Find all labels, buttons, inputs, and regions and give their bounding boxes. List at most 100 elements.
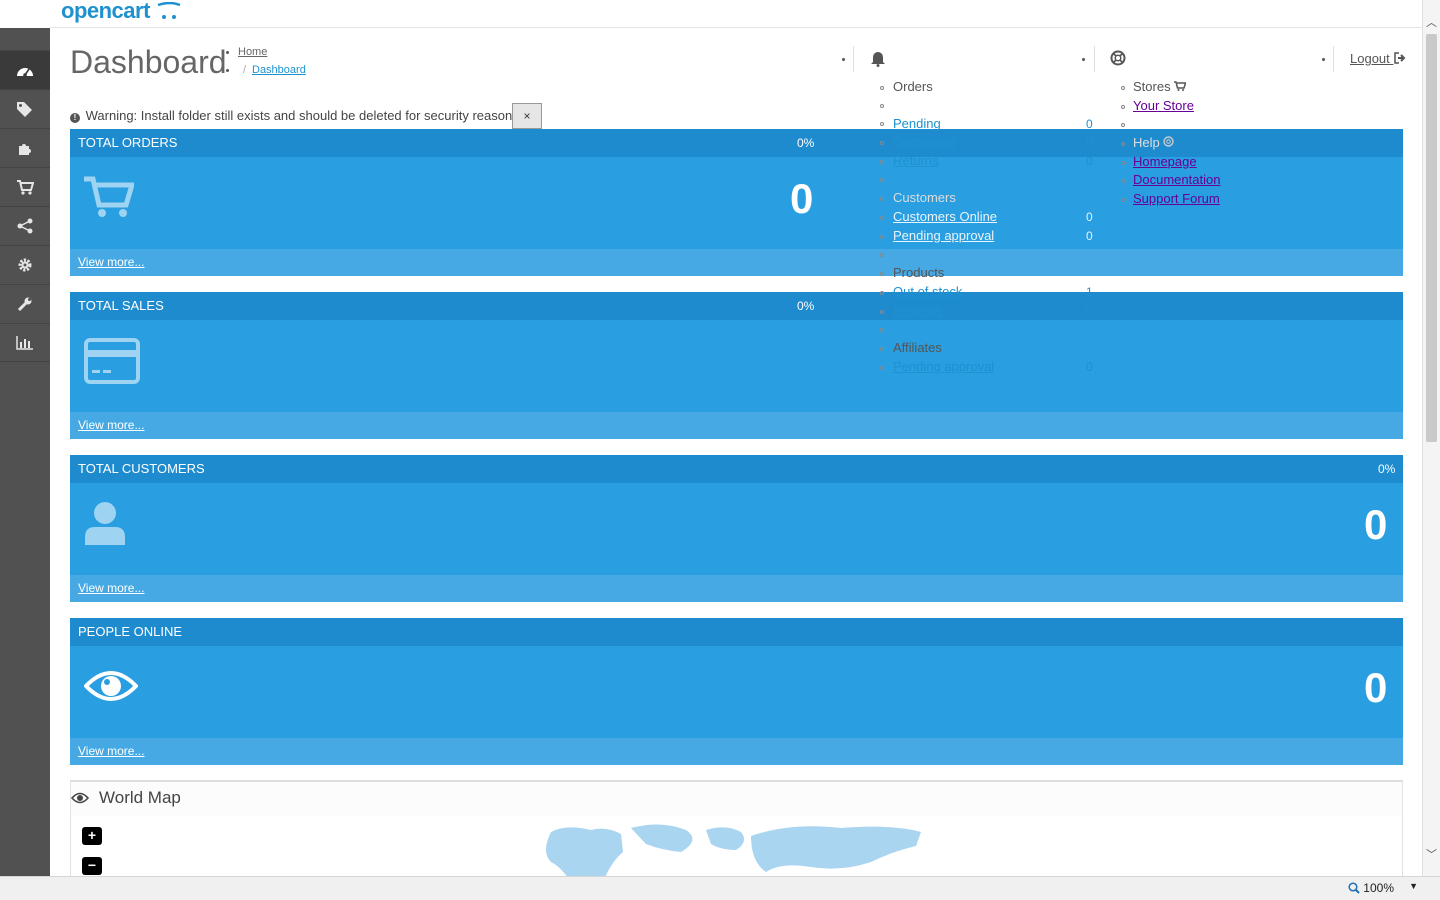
warning-close-button[interactable]: × — [512, 103, 542, 129]
notif-customers-online[interactable]: Customers Online — [893, 209, 997, 224]
tile-title: TOTAL SALES — [78, 298, 164, 313]
install-warning: ! Warning: Install folder still exists a… — [70, 108, 522, 123]
notif-affiliates-pending-approval[interactable]: Pending approval — [893, 359, 994, 374]
sidebar-item-system[interactable] — [0, 245, 50, 284]
share-icon — [17, 218, 33, 234]
notif-count: 0 — [1086, 154, 1093, 168]
browser-statusbar: 100% ▼ — [0, 876, 1440, 900]
life-ring-icon[interactable] — [1110, 50, 1126, 66]
scroll-up-icon[interactable]: ︿ — [1426, 14, 1437, 30]
wrench-icon — [17, 297, 32, 312]
help-homepage-link[interactable]: Homepage — [1133, 154, 1197, 169]
cart-icon — [84, 176, 134, 217]
help-label: Help — [1133, 135, 1160, 150]
gear-icon — [18, 258, 32, 272]
logout-link[interactable]: Logout — [1350, 51, 1407, 66]
tile-total-customers: TOTAL CUSTOMERS 0% 0 View more... — [70, 455, 1403, 602]
notif-orders-completed[interactable]: Completed — [893, 134, 956, 149]
sidebar-item-catalog[interactable] — [0, 89, 50, 128]
cart-icon — [16, 179, 34, 195]
notif-group-customers: Customers — [893, 190, 956, 205]
dashboard-icon — [17, 68, 33, 77]
notif-group-affiliates: Affiliates — [893, 340, 942, 355]
sign-out-icon — [1394, 52, 1406, 64]
notif-products-out-of-stock[interactable]: Out of stock — [893, 284, 962, 299]
tile-head: TOTAL CUSTOMERS 0% — [70, 455, 1403, 483]
world-map-heading: World Map — [71, 782, 1402, 816]
notif-group-products: Products — [893, 265, 945, 280]
sidebar-item-marketing[interactable] — [0, 206, 50, 245]
notif-count: 1 — [1086, 285, 1093, 299]
view-more-link[interactable]: View more... — [78, 744, 144, 758]
stores-heading: Stores — [1133, 79, 1187, 94]
eye-icon — [84, 671, 138, 701]
scrollbar-thumb[interactable] — [1426, 34, 1437, 442]
exclamation-icon: ! — [70, 113, 80, 123]
warning-text: Warning: Install folder still exists and… — [85, 108, 523, 123]
opencart-logo[interactable]: opencart — [61, 0, 182, 22]
notif-products-reviews[interactable]: Reviews — [893, 303, 942, 318]
notif-customers-pending-approval[interactable]: Pending approval — [893, 228, 994, 243]
sidebar-item-reports[interactable] — [0, 323, 50, 362]
breadcrumb-home[interactable]: Home — [238, 46, 267, 58]
notif-count: 0 — [1086, 360, 1093, 374]
zoom-level[interactable]: 100% — [1348, 881, 1394, 895]
sidebar-item-tools[interactable] — [0, 284, 50, 323]
tile-head: TOTAL ORDERS 0% — [70, 129, 1403, 157]
view-more-link[interactable]: View more... — [78, 581, 144, 595]
tags-icon — [17, 102, 32, 117]
notif-orders-returns[interactable]: Returns — [893, 153, 939, 168]
top-header: opencart — [50, 0, 1422, 28]
zoom-value: 100% — [1363, 881, 1394, 895]
tile-people-online: PEOPLE ONLINE 0 View more... — [70, 618, 1403, 765]
page-title: Dashboard — [70, 44, 227, 80]
shopping-cart-icon — [1174, 81, 1187, 91]
tile-value: 0 — [1364, 664, 1388, 711]
world-map-title: World Map — [99, 788, 181, 807]
sidebar-item-extensions[interactable] — [0, 128, 50, 167]
page-scrollbar[interactable]: ︿ ﹀ — [1422, 0, 1440, 876]
map-zoom-in-button[interactable]: + — [82, 827, 102, 845]
logout-label: Logout — [1350, 51, 1390, 66]
tile-percent: 0% — [797, 299, 815, 313]
your-store-link[interactable]: Your Store — [1133, 98, 1194, 113]
eye-icon — [71, 792, 89, 804]
tile-head: PEOPLE ONLINE — [70, 618, 1403, 646]
credit-card-icon — [84, 338, 140, 384]
world-map-panel: World Map + − — [70, 780, 1403, 882]
map-zoom-out-button[interactable]: − — [82, 857, 102, 875]
zoom-dropdown-icon[interactable]: ▼ — [1409, 881, 1418, 891]
help-documentation-link[interactable]: Documentation — [1133, 172, 1220, 187]
tile-percent: 0% — [1378, 462, 1396, 476]
sidebar-item-dashboard[interactable] — [0, 50, 50, 89]
sidebar-item-sales[interactable] — [0, 167, 50, 206]
logo-cart-icon — [157, 1, 181, 19]
breadcrumb-current[interactable]: Dashboard — [252, 64, 306, 76]
bar-chart-icon — [16, 335, 33, 350]
zoom-icon — [1348, 882, 1360, 894]
sidebar-top — [0, 0, 50, 28]
tile-title: PEOPLE ONLINE — [78, 624, 183, 639]
notif-count: 0 — [1086, 304, 1093, 318]
user-icon — [85, 502, 125, 545]
scroll-down-icon[interactable]: ﹀ — [1426, 846, 1437, 862]
tile-percent: 0% — [797, 136, 815, 150]
notif-orders-pending[interactable]: Pending — [893, 116, 941, 131]
stores-label: Stores — [1133, 79, 1171, 94]
sidebar — [0, 0, 50, 876]
tile-value: 0 — [790, 175, 814, 222]
help-heading: Help — [1133, 135, 1175, 150]
world-map[interactable] — [511, 822, 951, 882]
notif-count: 0 — [1086, 117, 1093, 131]
tile-title: TOTAL ORDERS — [78, 135, 178, 150]
view-more-link[interactable]: View more... — [78, 255, 144, 269]
notif-count: 0 — [1086, 210, 1093, 224]
help-support-forum-link[interactable]: Support Forum — [1133, 191, 1220, 206]
notif-group-orders: Orders — [893, 79, 933, 94]
view-more-link[interactable]: View more... — [78, 418, 144, 432]
puzzle-icon — [19, 144, 31, 155]
bell-icon[interactable] — [870, 50, 886, 67]
breadcrumb-separator: / — [243, 64, 247, 76]
tile-total-sales: TOTAL SALES 0% View more... — [70, 292, 1403, 439]
tile-value: 0 — [1364, 501, 1388, 548]
